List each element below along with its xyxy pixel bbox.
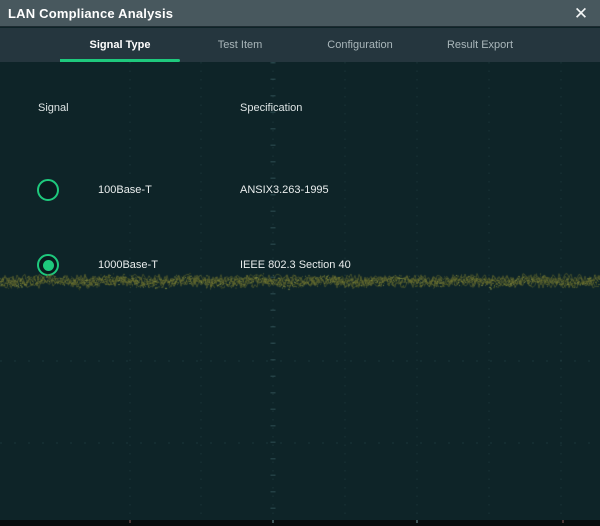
- graticule-tick: [416, 520, 418, 523]
- column-header-signal: Signal: [38, 102, 69, 114]
- table-row-100base-t[interactable]: 100Base-T ANSIX3.263-1995: [0, 178, 600, 202]
- tab-test-item[interactable]: Test Item: [180, 28, 300, 62]
- radio-100base-t[interactable]: [37, 179, 59, 201]
- column-header-specification: Specification: [240, 102, 302, 114]
- tab-label: Test Item: [218, 39, 263, 51]
- tab-label: Result Export: [447, 39, 513, 51]
- graticule-tick: [129, 520, 131, 523]
- graticule-tick: [272, 520, 274, 523]
- lan-compliance-dialog: LAN Compliance Analysis ✕ Signal Type Te…: [0, 0, 600, 526]
- scope-noise-trace: [0, 266, 600, 296]
- dialog-body: Signal Specification 100Base-T ANSIX3.26…: [0, 62, 600, 520]
- tab-result-export[interactable]: Result Export: [420, 28, 540, 62]
- tab-bar: Signal Type Test Item Configuration Resu…: [0, 28, 600, 62]
- dialog-titlebar: LAN Compliance Analysis ✕: [0, 0, 600, 27]
- graticule-tick: [562, 520, 564, 523]
- tab-label: Configuration: [327, 39, 392, 51]
- specification-label: ANSIX3.263-1995: [240, 184, 329, 196]
- dialog-title: LAN Compliance Analysis: [8, 6, 173, 21]
- close-icon[interactable]: ✕: [568, 0, 594, 26]
- signal-label: 100Base-T: [98, 184, 152, 196]
- tab-configuration[interactable]: Configuration: [300, 28, 420, 62]
- tab-label: Signal Type: [90, 39, 151, 51]
- bottom-bar: [0, 520, 600, 526]
- tab-signal-type[interactable]: Signal Type: [60, 28, 180, 62]
